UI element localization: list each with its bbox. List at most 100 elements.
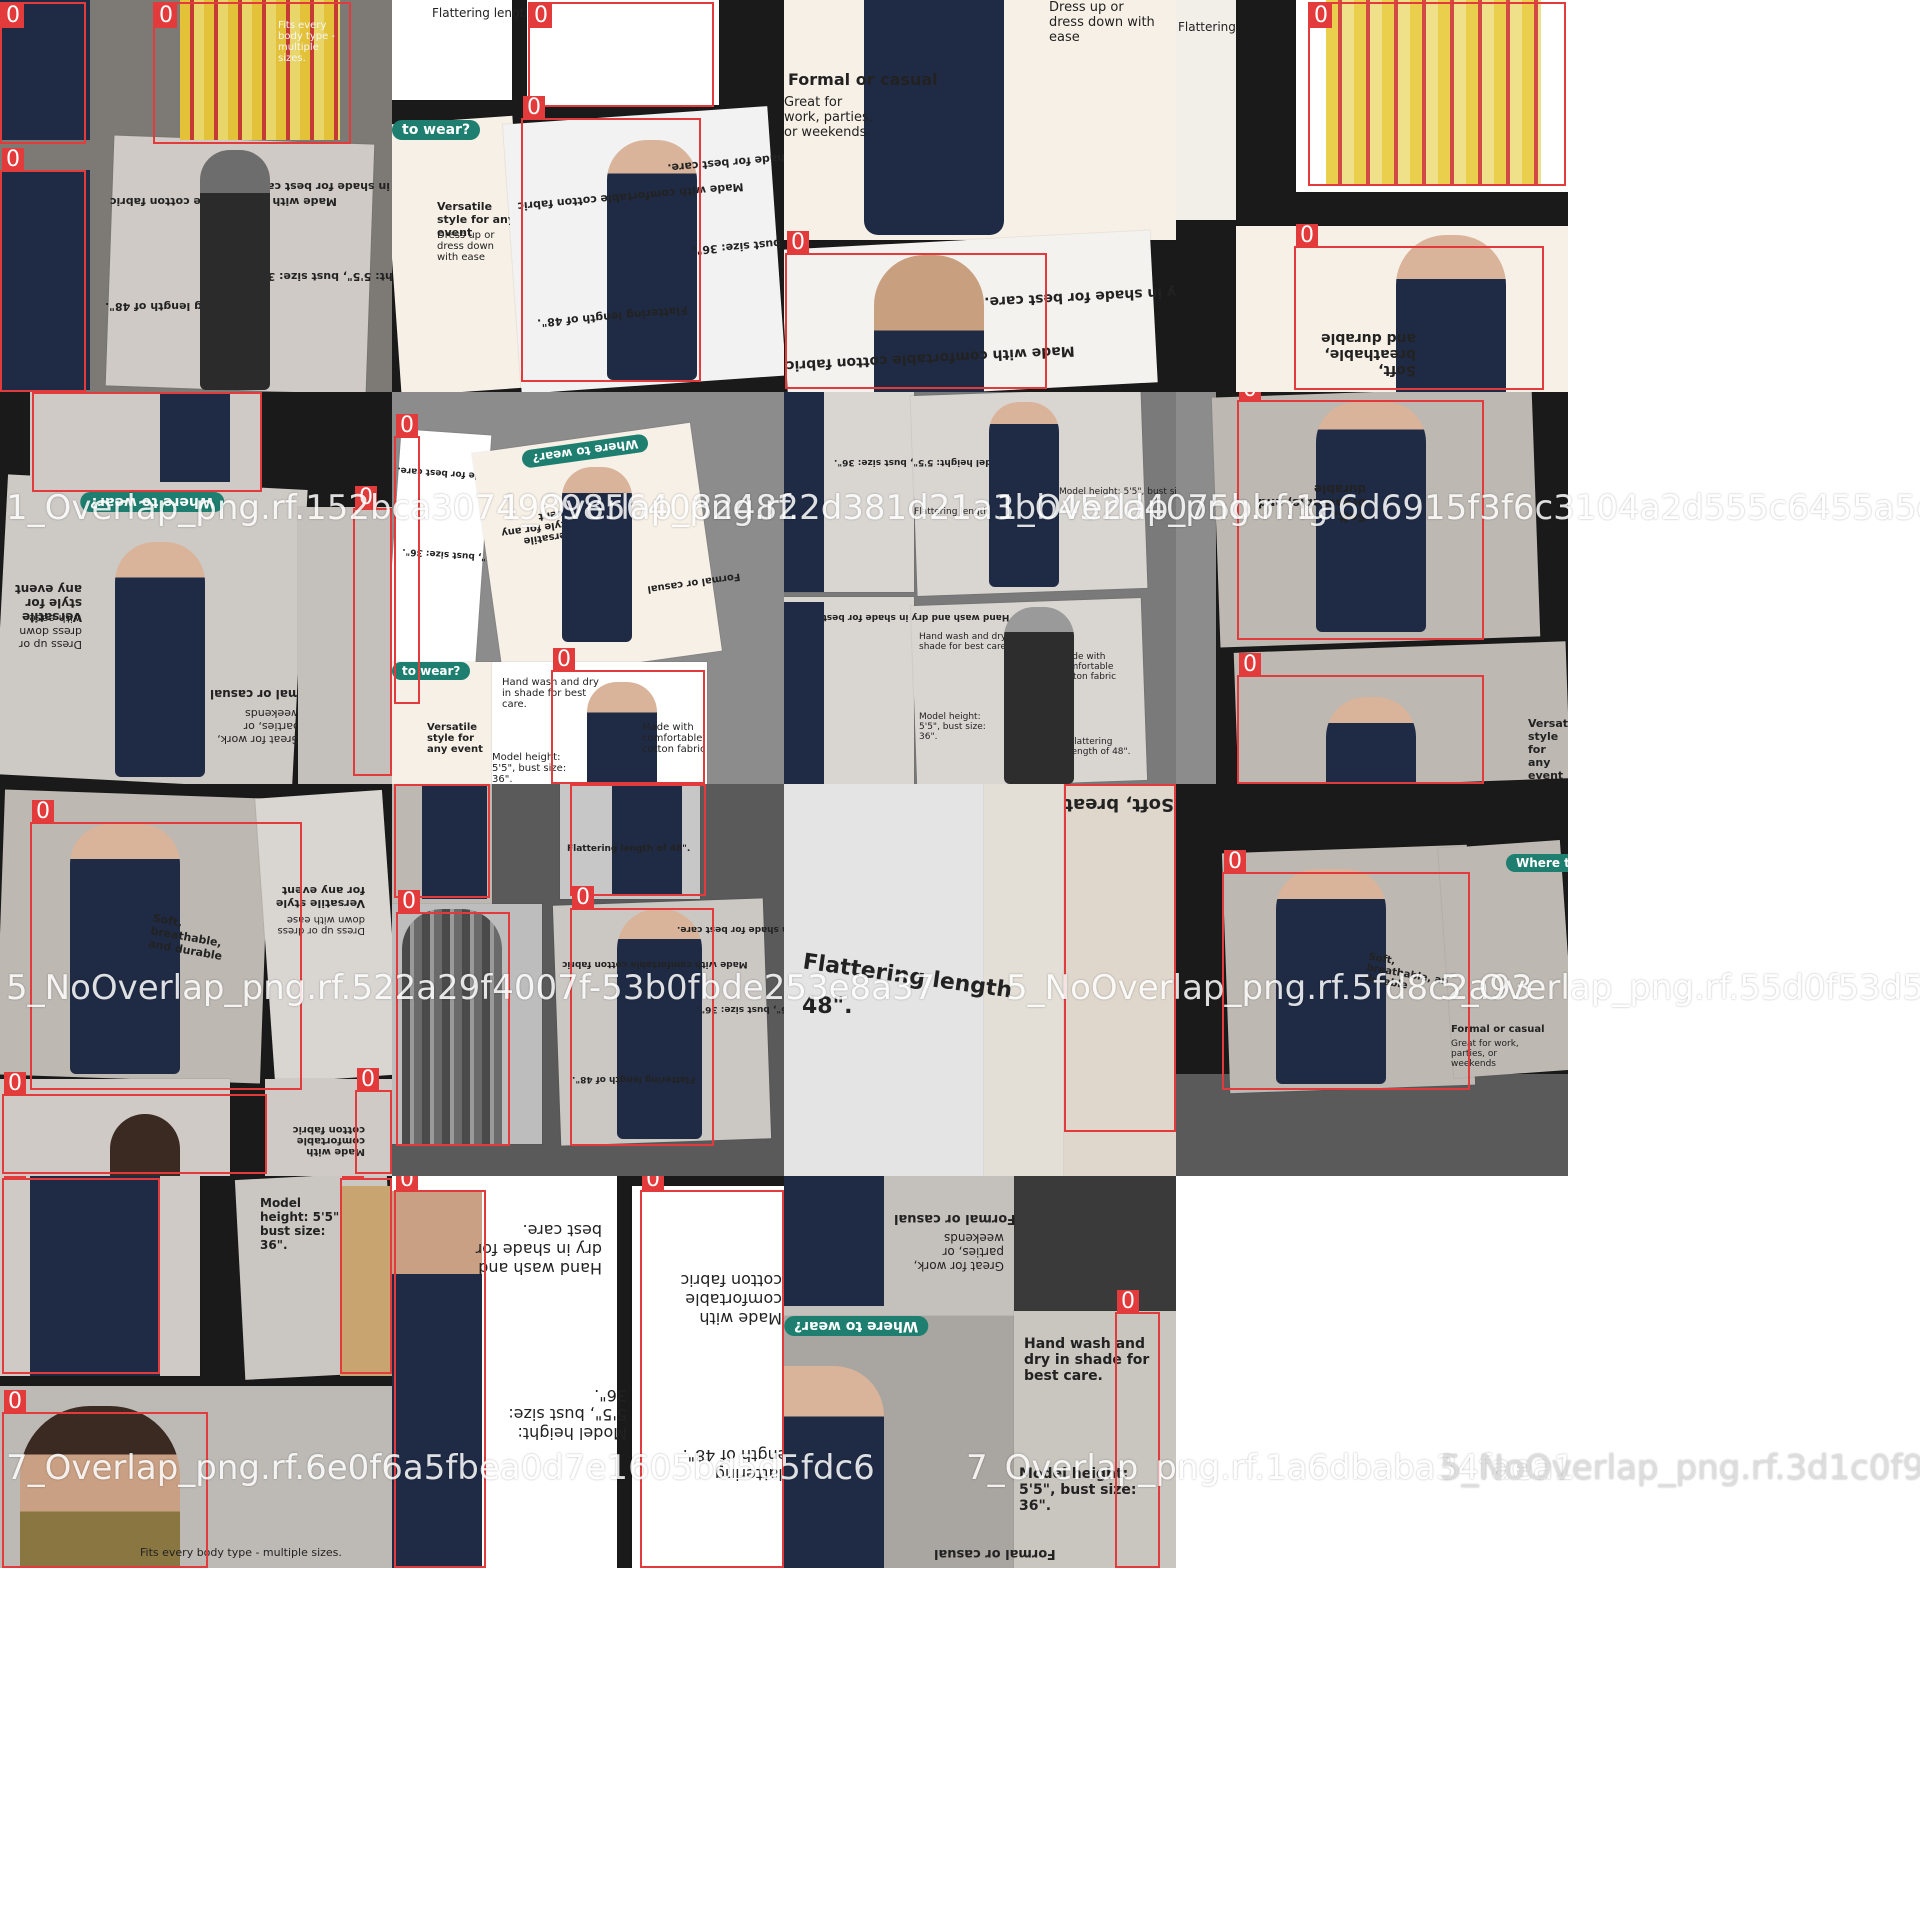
model-figure bbox=[115, 542, 205, 777]
model-figure bbox=[1004, 607, 1074, 784]
class-tag: 0 bbox=[396, 1176, 418, 1192]
class-tag: 0 bbox=[342, 1176, 364, 1180]
tile-caption: 5_NoOverlap_png.rf.3d1c0f9 bbox=[1440, 1448, 1920, 1488]
class-tag: 0 bbox=[1239, 392, 1261, 402]
class-tag: 0 bbox=[2, 4, 24, 28]
tile-caption: 1_Overlap_png.rf.1a6d6915f3f6c3104a2d555… bbox=[996, 488, 1920, 528]
detection-box: 0 bbox=[0, 2, 86, 144]
detection-box: 0 bbox=[1115, 1290, 1160, 1568]
class-tag: 0 bbox=[1239, 653, 1261, 677]
detection-box: 0 bbox=[340, 1176, 392, 1374]
detection-box: 0 bbox=[551, 648, 705, 784]
section-pill: Where to wear? bbox=[784, 1316, 929, 1336]
model-figure bbox=[784, 602, 824, 784]
mosaic-tile-13: Model height: 5'5", bust size: 36". Fits… bbox=[0, 1176, 392, 1568]
mosaic-tile-8: Soft, breathable, and durable Versatile … bbox=[1176, 392, 1568, 784]
class-tag: 0 bbox=[398, 890, 420, 914]
model-figure bbox=[784, 1176, 884, 1306]
card-caption: Formal or casual bbox=[934, 1546, 1056, 1561]
card-caption: Made with comfortable cotton fabric bbox=[292, 1124, 365, 1157]
class-tag: 0 bbox=[357, 1068, 379, 1092]
card-caption: Great for work, parties, or weekends bbox=[913, 1231, 1004, 1273]
detection-box: 0 bbox=[2, 1176, 160, 1374]
detection-box: 0 bbox=[355, 1068, 392, 1174]
detection-box: 0 bbox=[528, 2, 714, 107]
mosaic-tile-5: Where to wear? Versatile style for any e… bbox=[0, 392, 392, 784]
tile-caption: 5_NoOverlap_png.rf.522a29f4007f-53b0fbde… bbox=[6, 968, 936, 1008]
detection-box: 0 bbox=[30, 800, 302, 1090]
detection-box: 0 bbox=[396, 890, 510, 1146]
card-caption: Model height: 5'5", bust size: 36". bbox=[508, 1386, 627, 1443]
detection-box: 0 bbox=[1064, 784, 1176, 1132]
card-caption: Hand wash and dry in shade for best care… bbox=[794, 612, 1010, 622]
card-caption: Formal or casual bbox=[788, 70, 938, 89]
tile-caption: 7_Overlap_png.rf.6e0f6a5fbea0d7e1605bd5d… bbox=[6, 1448, 875, 1488]
mosaic-tile-6: Hand wash and dry in shade for best care… bbox=[392, 392, 784, 784]
detection-box: 0 bbox=[521, 96, 701, 382]
card-caption: Dress up or dress down with ease bbox=[1049, 0, 1155, 45]
product-card bbox=[1176, 392, 1216, 784]
card-caption: Model height: 5'5", bust size: 36". bbox=[919, 712, 986, 742]
class-tag: 0 bbox=[523, 96, 545, 120]
detection-box: 0 bbox=[785, 231, 1047, 389]
card-caption: Flattering length of 48". bbox=[1178, 20, 1236, 34]
detection-box: 0 bbox=[153, 2, 351, 144]
class-tag: 0 bbox=[4, 1176, 26, 1180]
card-caption: Hand wash and dry in shade for best care… bbox=[250, 180, 392, 193]
class-tag: 0 bbox=[4, 1390, 26, 1414]
model-figure bbox=[200, 150, 270, 390]
card-caption: Dress up or dress down with ease bbox=[18, 612, 82, 651]
detection-box: 0 bbox=[640, 1176, 784, 1568]
card-caption: Model height: 5'5", bust size: 36". bbox=[260, 1196, 344, 1252]
detection-box: 0 bbox=[353, 486, 392, 776]
class-tag: 0 bbox=[1117, 1290, 1139, 1314]
mosaic-tile-2: Flattering length of 48". to wear? Versa… bbox=[392, 0, 784, 392]
detection-box: 0 bbox=[1237, 653, 1484, 784]
section-pill: to wear? bbox=[392, 120, 481, 140]
mosaic-tile-1: Hand wash and dry in shade for best care… bbox=[0, 0, 392, 392]
card-caption: Model height: 5'5", bust size: 36". bbox=[834, 457, 1007, 467]
class-tag: 0 bbox=[572, 886, 594, 910]
class-tag: 0 bbox=[2, 148, 24, 172]
mosaic-tile-15: Formal or casual Great for work, parties… bbox=[784, 1176, 1176, 1568]
class-tag: 0 bbox=[1310, 4, 1332, 28]
card-caption: Model height: 5'5", bust size: 36". bbox=[250, 270, 392, 283]
class-tag: 0 bbox=[155, 4, 177, 28]
class-tag: 0 bbox=[787, 231, 809, 255]
detection-box: 0 bbox=[2, 1072, 267, 1174]
detection-box: 0 bbox=[1308, 2, 1566, 186]
card-caption: Formal or casual bbox=[894, 1211, 1016, 1226]
mosaic-tile-14: Hand wash and dry in shade for best care… bbox=[392, 1176, 784, 1568]
card-caption: Great for work, parties, or weekends bbox=[784, 95, 873, 140]
class-tag: 0 bbox=[32, 800, 54, 824]
class-tag: 0 bbox=[1224, 850, 1246, 874]
class-tag: 0 bbox=[530, 4, 552, 28]
class-tag: 0 bbox=[1066, 784, 1088, 786]
class-tag: 0 bbox=[4, 1072, 26, 1096]
section-pill: Where to wear? bbox=[1506, 854, 1568, 872]
card-caption: Flattering length of 48". bbox=[1069, 737, 1131, 757]
detection-box: 0 bbox=[32, 392, 262, 492]
class-tag: 0 bbox=[1296, 224, 1318, 248]
detection-box: 0 bbox=[570, 886, 714, 1146]
mosaic-tile-4: Flattering length of 48". Soft, breathab… bbox=[1176, 0, 1568, 392]
mosaic-tile-3: Formal or casual Great for work, parties… bbox=[784, 0, 1176, 392]
mosaic-tile-7: Model height: 5'5", bust size: 36". Hand… bbox=[784, 392, 1176, 784]
class-tag: 0 bbox=[553, 648, 575, 672]
class-tag: 0 bbox=[34, 392, 56, 394]
detection-box: 0 bbox=[394, 414, 420, 704]
detection-box bbox=[394, 784, 490, 898]
model-figure bbox=[864, 0, 1004, 235]
detection-box: 0 bbox=[394, 1176, 486, 1568]
card-caption: Great for work, parties, or weekends bbox=[217, 707, 300, 746]
class-tag: 0 bbox=[642, 1176, 664, 1192]
card-caption: Versatile style for any event bbox=[427, 722, 483, 755]
detection-box: 0 bbox=[0, 148, 86, 392]
card-caption: Dress up or dress down with ease bbox=[437, 230, 495, 263]
detection-box: 0 bbox=[1294, 224, 1544, 390]
class-tag: 0 bbox=[396, 414, 418, 438]
detection-box bbox=[570, 784, 706, 896]
detection-box: 0 bbox=[2, 1390, 208, 1568]
card-caption: Versatile style for any event bbox=[1528, 717, 1568, 782]
tile-caption: 5_Overlap_png.rf.55d0f53d56db bbox=[1440, 968, 1920, 1008]
